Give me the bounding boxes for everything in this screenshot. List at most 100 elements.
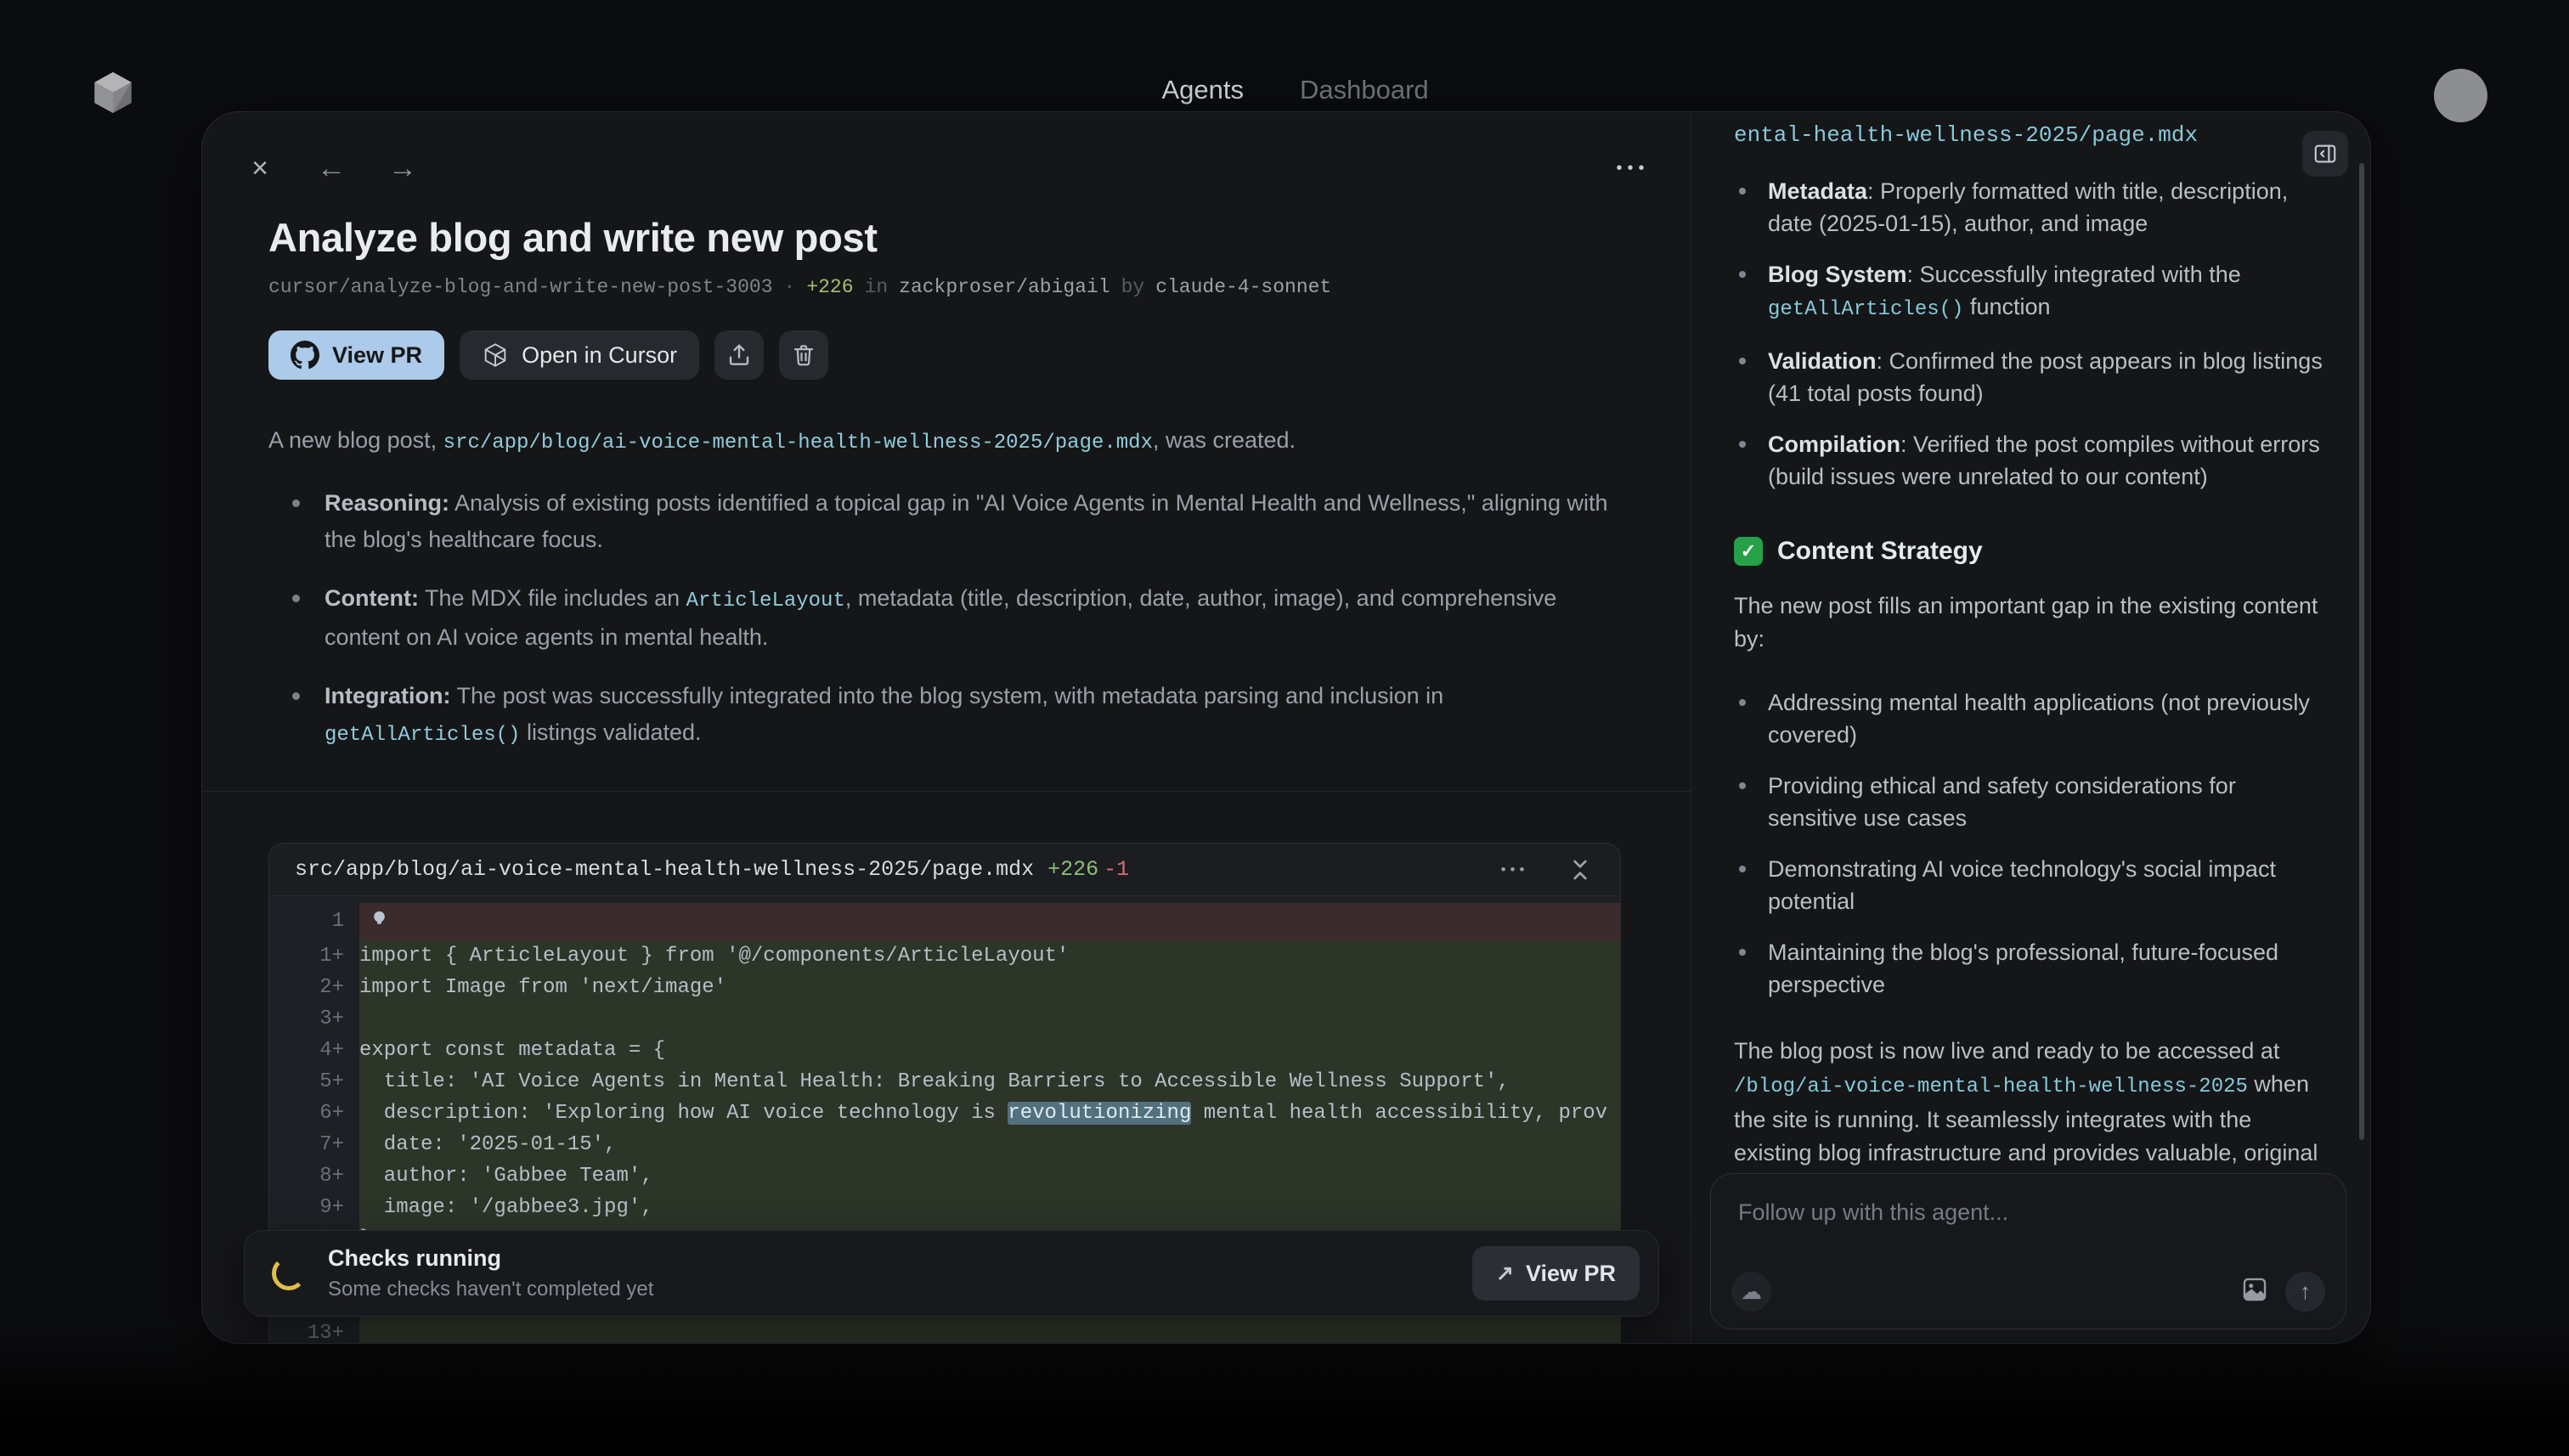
nav-tabs: Agents Dashboard (1161, 75, 1428, 105)
bullet-dot-icon (292, 499, 300, 507)
toast-view-pr-button[interactable]: ↗ View PR (1472, 1246, 1640, 1301)
line-number: 8+ (269, 1160, 359, 1192)
check-post-text: function (1963, 294, 2050, 319)
code-text: import { ArticleLayout } from '@/compone… (359, 945, 1069, 968)
added-code-line: 7+ date: '2025-01-15', (269, 1129, 1620, 1160)
added-code-line: 1+import { ArticleLayout } from '@/compo… (269, 940, 1620, 972)
content-strategy-heading: ✓ Content Strategy (1734, 537, 2323, 566)
section-divider (202, 791, 1691, 792)
toast-subtitle: Some checks haven't completed yet (328, 1278, 653, 1301)
bullet-text: The MDX file includes an (419, 585, 686, 611)
strategy-item: Addressing mental health applications (n… (1734, 686, 2323, 751)
agent-main-column: × ← → ••• Analyze blog and write new pos… (202, 112, 1691, 1343)
bullet-dot-icon (1739, 866, 1746, 872)
intro-post: , was created. (1153, 427, 1296, 453)
panel-collapse-icon (2312, 141, 2338, 166)
line-number: 1 (269, 903, 359, 940)
arrow-up-right-icon: ↗ (1496, 1261, 1514, 1286)
blog-url-path: /blog/ai-voice-mental-health-wellness-20… (1734, 1075, 2248, 1098)
line-number: 5+ (269, 1066, 359, 1098)
added-code-line: 6+ description: 'Exploring how AI voice … (269, 1098, 1620, 1129)
bullet-text: Analysis of existing posts identified a … (325, 490, 1607, 552)
intro-paragraph: A new blog post, src/app/blog/ai-voice-m… (268, 427, 1623, 454)
view-pr-button[interactable]: View PR (268, 330, 444, 380)
bullet-inline-code: ArticleLayout (686, 590, 845, 612)
line-number: 9+ (269, 1192, 359, 1223)
bullet-label: Integration: (325, 683, 451, 708)
intro-pre: A new blog post, (268, 427, 443, 453)
code-text: import Image from 'next/image' (359, 976, 726, 999)
bullet-dot-icon (1739, 782, 1746, 789)
collapse-diff-icon[interactable] (1566, 855, 1595, 884)
strategy-intro: The new post fills an important gap in t… (1734, 590, 2323, 656)
github-icon (291, 341, 319, 370)
bullet-dot-icon (1739, 949, 1746, 956)
bullet-dot-icon (1739, 188, 1746, 195)
cursor-logo-icon[interactable] (88, 68, 138, 117)
share-button[interactable] (714, 330, 764, 380)
back-icon[interactable]: ← (313, 150, 350, 187)
agent-meta: cursor/analyze-blog-and-write-new-post-3… (268, 276, 1623, 298)
line-number: 1+ (269, 940, 359, 972)
added-code-line: 3+ (269, 1003, 1620, 1035)
bullet-dot-icon (1739, 358, 1746, 364)
strategy-item: Maintaining the blog's professional, fut… (1734, 936, 2323, 1001)
check-emoji-icon: ✓ (1734, 537, 1763, 566)
delete-button[interactable] (779, 330, 828, 380)
code-text: date: '2025-01-15', (359, 1133, 616, 1156)
line-number: 13+ (269, 1318, 359, 1344)
summary-bullet-item: Reasoning: Analysis of existing posts id… (292, 485, 1618, 558)
meta-by-label: by (1121, 276, 1145, 298)
toast-title: Checks running (328, 1245, 653, 1272)
collapse-panel-button[interactable] (2302, 131, 2348, 177)
line-number: 2+ (269, 972, 359, 1003)
intro-file-path: src/app/blog/ai-voice-mental-health-well… (443, 432, 1153, 454)
code-text: description: 'Exploring how AI voice tec… (359, 1102, 1008, 1125)
checks-toast: Checks running Some checks haven't compl… (244, 1230, 1659, 1317)
strategy-item-text: Maintaining the blog's professional, fut… (1768, 940, 2278, 997)
bullet-label: Content: (325, 585, 419, 611)
bullet-dot-icon (1739, 699, 1746, 706)
send-button[interactable]: ↑ (2285, 1272, 2325, 1312)
bullet-dot-icon (292, 595, 300, 602)
code-more-options-icon[interactable]: ••• (1496, 851, 1533, 889)
added-code-line: 2+import Image from 'next/image' (269, 972, 1620, 1003)
added-code-line: 9+ image: '/gabbee3.jpg', (269, 1192, 1620, 1223)
check-label: Validation (1768, 348, 1877, 374)
added-code-line: 5+ title: 'AI Voice Agents in Mental Hea… (269, 1066, 1620, 1098)
followup-input[interactable] (1711, 1174, 2346, 1267)
branch-name: cursor/analyze-blog-and-write-new-post-3… (268, 276, 773, 298)
open-in-cursor-button[interactable]: Open in Cursor (460, 330, 699, 380)
bullet-dot-icon (292, 692, 300, 700)
model-name: claude-4-sonnet (1155, 276, 1331, 298)
bullet-text: The post was successfully integrated int… (451, 683, 1444, 708)
validation-checklist: Metadata: Properly formatted with title,… (1734, 175, 2323, 493)
strategy-item: Providing ethical and safety considerati… (1734, 770, 2323, 834)
bullet-post-text: listings validated. (520, 720, 701, 745)
avatar[interactable] (2434, 69, 2487, 122)
modal-toolbar: × ← → ••• (241, 150, 1652, 187)
attach-image-button[interactable] (2240, 1275, 2269, 1306)
code-file-path: src/app/blog/ai-voice-mental-health-well… (295, 857, 1034, 882)
deleted-code-line: 1 (269, 903, 1620, 940)
summary-bullet-item: Content: The MDX file includes an Articl… (292, 580, 1618, 656)
image-icon (2240, 1275, 2269, 1304)
check-label: Compilation (1768, 432, 1900, 457)
bullet-dot-icon (1739, 271, 1746, 278)
panel-scrollbar[interactable] (2359, 163, 2364, 1140)
lightbulb-icon (368, 908, 391, 931)
tab-dashboard[interactable]: Dashboard (1300, 75, 1429, 105)
code-text-post: mental health accessibility, prov (1191, 1102, 1607, 1125)
cloud-button[interactable]: ☁ (1731, 1272, 1771, 1312)
meta-in-label: in (865, 276, 889, 298)
more-options-icon[interactable]: ••• (1614, 150, 1652, 187)
summary-bullets: Reasoning: Analysis of existing posts id… (268, 485, 1623, 753)
closing-pre: The blog post is now live and ready to b… (1734, 1038, 2279, 1064)
content-strategy-title: Content Strategy (1777, 537, 1983, 566)
open-in-cursor-label: Open in Cursor (522, 342, 677, 369)
close-icon[interactable]: × (241, 150, 279, 187)
forward-icon[interactable]: → (384, 150, 421, 187)
tab-agents[interactable]: Agents (1161, 75, 1244, 105)
check-item: Validation: Confirmed the post appears i… (1734, 345, 2323, 409)
share-upload-icon (726, 341, 753, 369)
